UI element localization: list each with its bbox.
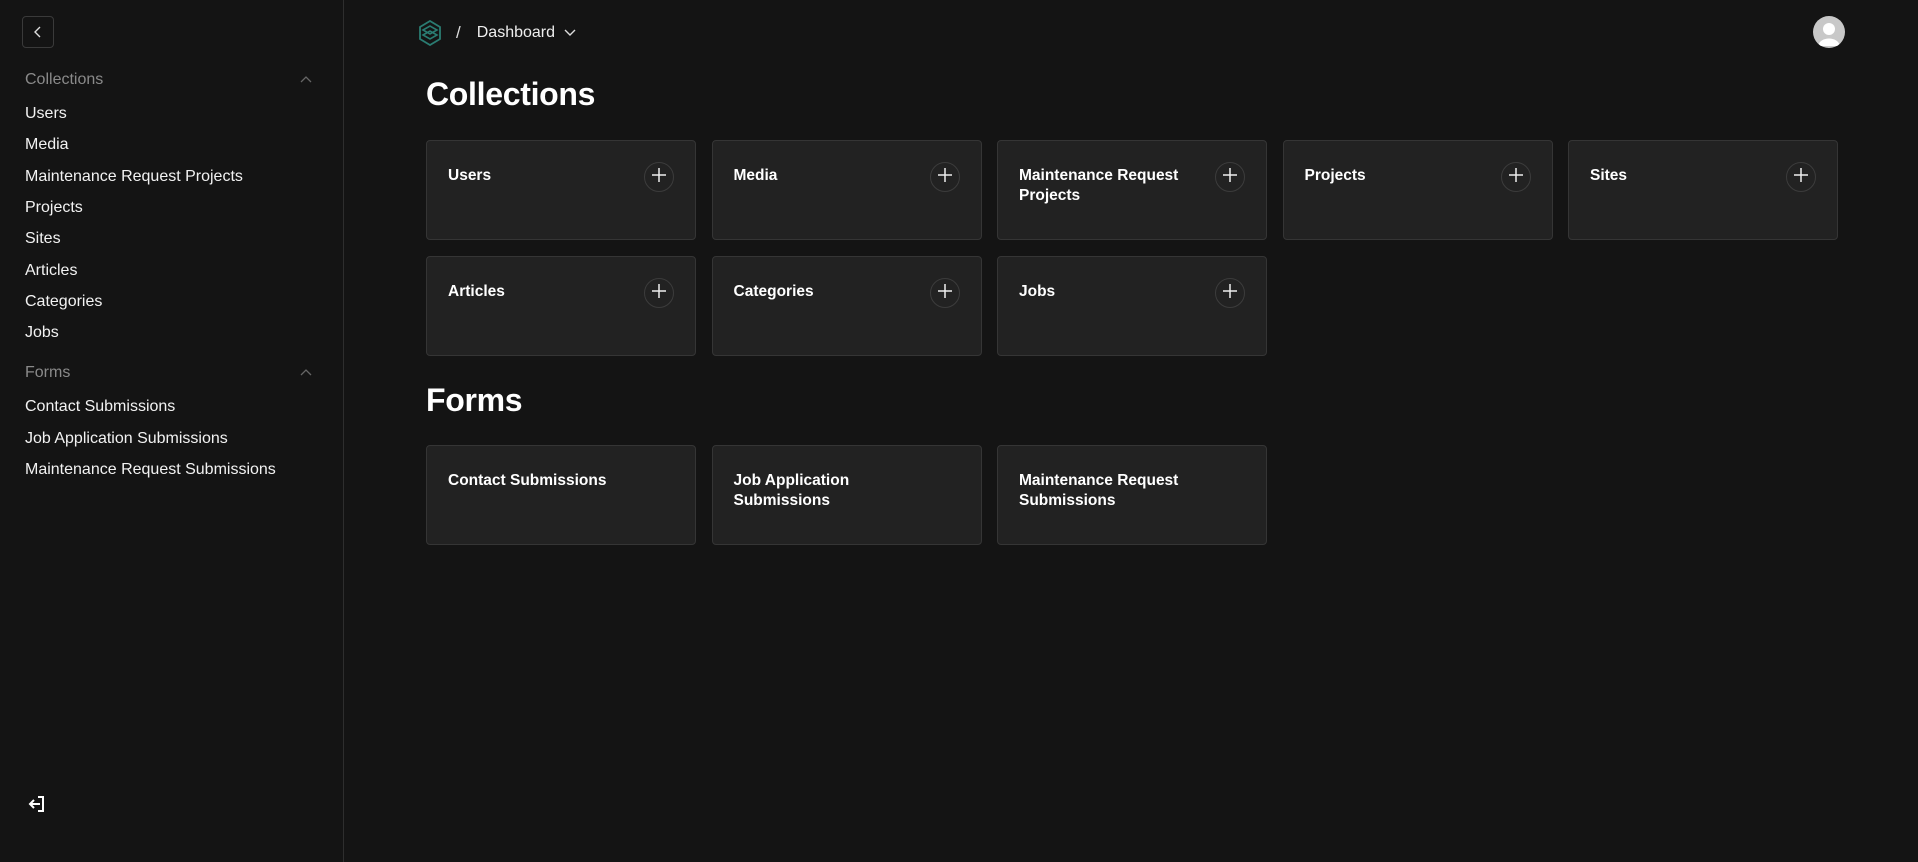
card-title: Contact Submissions xyxy=(448,472,607,489)
sidebar-item[interactable]: Sites xyxy=(25,229,61,249)
sidebar-item[interactable]: Categories xyxy=(25,292,102,312)
card-title: Projects xyxy=(1304,167,1366,184)
form-card[interactable]: Contact Submissions xyxy=(426,445,696,545)
chevron-up-icon[interactable] xyxy=(298,365,314,381)
card-title: Job Application Submissions xyxy=(733,472,850,509)
plus-icon xyxy=(1508,167,1524,188)
card-title: Users xyxy=(448,167,492,184)
create-new-button[interactable] xyxy=(929,278,960,308)
collection-card[interactable]: Sites xyxy=(1568,140,1838,240)
create-new-button[interactable] xyxy=(1215,278,1245,308)
breadcrumb-dashboard[interactable]: Dashboard xyxy=(477,24,555,42)
collapse-sidebar-button[interactable] xyxy=(22,16,54,48)
card-title: Categories xyxy=(733,283,814,300)
sidebar-item[interactable]: Jobs xyxy=(25,323,59,343)
collection-card[interactable]: Jobs xyxy=(997,256,1267,356)
sidebar-item[interactable]: Contact Submissions xyxy=(25,397,175,417)
sidebar-item[interactable]: Maintenance Request Projects xyxy=(25,167,243,187)
sidebar-item[interactable]: Maintenance Request Submissions xyxy=(25,460,276,480)
plus-icon xyxy=(937,283,953,304)
create-new-button[interactable] xyxy=(644,162,674,192)
plus-icon xyxy=(937,167,953,188)
sidebar-item[interactable]: Articles xyxy=(25,261,77,281)
collection-card[interactable]: Users xyxy=(426,140,696,240)
plus-icon xyxy=(1222,167,1238,188)
chevron-left-icon xyxy=(34,26,41,38)
create-new-button[interactable] xyxy=(1786,162,1816,192)
plus-icon xyxy=(1793,167,1809,188)
form-card[interactable]: Maintenance Request Submissions xyxy=(997,445,1267,545)
plus-icon xyxy=(1222,283,1238,304)
plus-icon xyxy=(651,167,667,188)
card-title: Jobs xyxy=(1019,283,1056,300)
card-title: Maintenance Request Submissions xyxy=(1019,472,1179,509)
card-title: Sites xyxy=(1590,167,1628,184)
logout-button[interactable] xyxy=(26,793,48,815)
form-card[interactable]: Job Application Submissions xyxy=(711,445,982,545)
card-title: Articles xyxy=(448,283,505,300)
user-icon xyxy=(1818,23,1840,46)
avatar[interactable] xyxy=(1813,16,1845,48)
collection-card[interactable]: Articles xyxy=(426,256,696,356)
sidebar-item[interactable]: Projects xyxy=(25,198,83,218)
sidebar-item[interactable]: Users xyxy=(25,104,67,124)
create-new-button[interactable] xyxy=(1215,162,1245,192)
plus-icon xyxy=(651,283,667,304)
create-new-button[interactable] xyxy=(929,162,960,192)
sidebar-item[interactable]: Media xyxy=(25,135,69,155)
collection-card[interactable]: Projects xyxy=(1282,140,1553,240)
chevron-up-icon[interactable] xyxy=(298,72,314,88)
create-new-button[interactable] xyxy=(1500,162,1531,192)
create-new-button[interactable] xyxy=(644,278,674,308)
breadcrumb-separator: / xyxy=(456,23,461,42)
collection-card[interactable]: Maintenance Request Projects xyxy=(997,140,1267,240)
breadcrumb: / Dashboard xyxy=(418,20,577,46)
collection-card[interactable]: Media xyxy=(711,140,982,240)
forms-heading: Forms xyxy=(426,382,523,418)
chevron-down-icon[interactable] xyxy=(563,28,577,38)
card-title: Maintenance Request Projects xyxy=(1019,167,1179,204)
sidebar-group-label[interactable]: Forms xyxy=(25,364,70,382)
sidebar-group-label[interactable]: Collections xyxy=(25,71,103,89)
collections-heading: Collections xyxy=(426,76,596,112)
sidebar: Collections Users Media Maintenance Request… xyxy=(0,0,344,862)
card-title: Media xyxy=(733,167,778,184)
collection-card[interactable]: Categories xyxy=(711,256,982,356)
logout-icon xyxy=(28,796,44,812)
sidebar-item[interactable]: Job Application Submissions xyxy=(25,429,228,449)
logo-icon[interactable] xyxy=(418,20,442,46)
